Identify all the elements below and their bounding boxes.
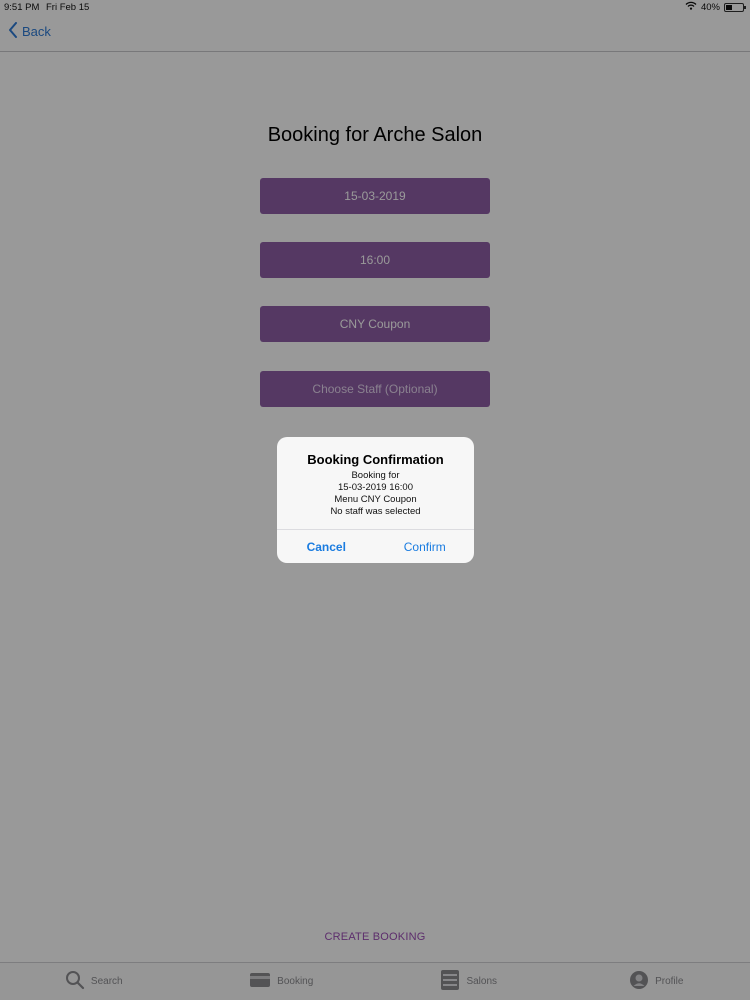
booking-screen: 9:51 PM Fri Feb 15 40% Back Booking for … [0,0,750,1000]
dialog-line: 15-03-2019 16:00 [337,482,413,493]
dialog-title: Booking Confirmation [307,452,444,467]
booking-confirmation-dialog: Booking Confirmation Booking for 15-03-2… [277,437,474,563]
dialog-line: Booking for [351,470,400,481]
dialog-line: Menu CNY Coupon [334,494,417,505]
dialog-line: No staff was selected [330,506,421,517]
dialog-actions: Cancel Confirm [277,529,474,563]
confirm-button[interactable]: Confirm [376,530,475,563]
dialog-message: Booking for 15-03-2019 16:00 Menu CNY Co… [277,470,474,518]
cancel-button[interactable]: Cancel [277,530,376,563]
